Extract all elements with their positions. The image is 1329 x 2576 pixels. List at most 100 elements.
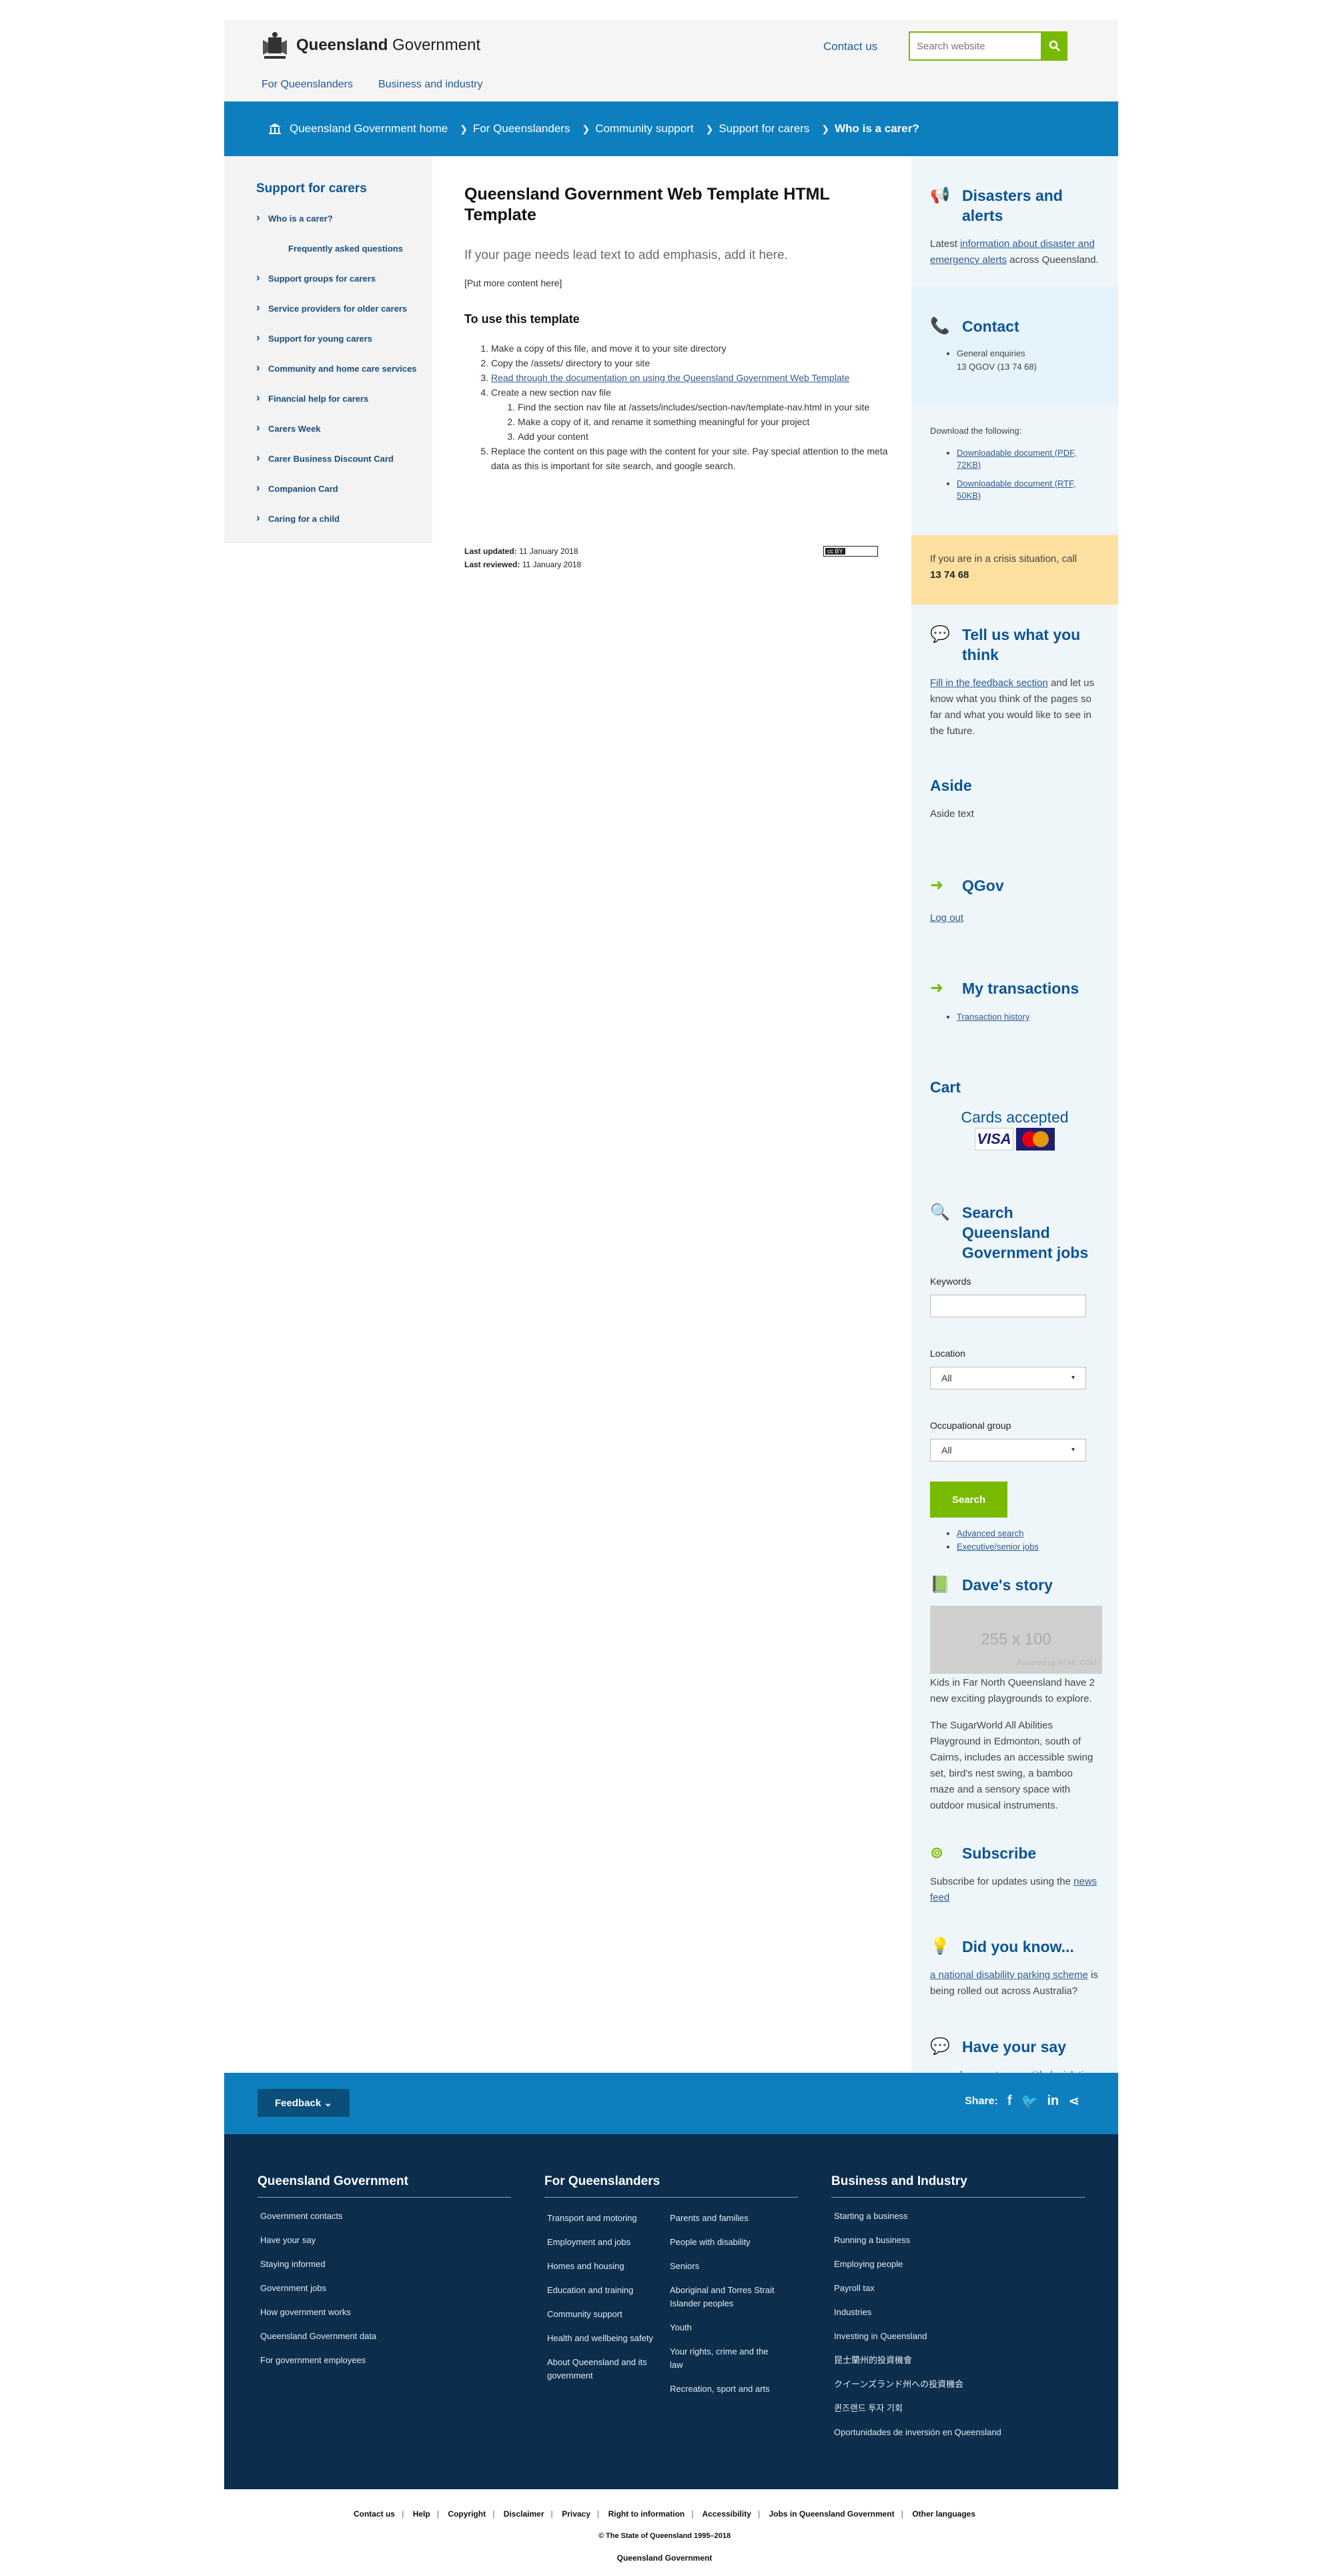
site-header: Queensland Government Contact us For Que… [224,20,1118,101]
creative-commons-badge[interactable]: cc BY [823,546,878,557]
footer-link[interactable]: Queensland Government data [260,2330,511,2343]
share-label: Share: [965,2095,998,2107]
footer-link[interactable]: How government works [260,2306,511,2319]
section-nav-item[interactable]: Who is a carer? [256,211,432,225]
legal-links: Contact us | Help | Copyright | Disclaimer |… [353,2509,976,2519]
footer-link[interactable]: For government employees [260,2354,511,2367]
legal-link[interactable]: Accessibility [703,2509,751,2519]
facebook-icon[interactable]: f [1007,2094,1012,2109]
breadcrumb-item[interactable]: ❯ For Queenslanders [460,122,570,135]
section-nav-item[interactable]: Caring for a child [256,511,432,525]
book-icon: 📗 [930,1576,950,1594]
transaction-history-link[interactable]: Transaction history [957,1012,1029,1022]
aside-column: 📢 Disasters and alerts Latest information… [911,156,1118,2118]
breadcrumb-item[interactable]: ❯ Community support [582,122,693,135]
legal-link[interactable]: Disclaimer [504,2509,544,2519]
step-item: Create a new section nav file Find the s… [491,385,891,444]
download-pdf-link[interactable]: Downloadable document (PDF, 72KB) [957,448,1076,470]
download-rtf-link[interactable]: Downloadable document (RTF, 50KB) [957,478,1075,501]
footer-link[interactable]: Oportunidades de inversión en Queensland [834,2426,1085,2439]
contact-us-link[interactable]: Contact us [823,40,877,53]
share-icon[interactable]: ⋖ [1068,2093,1079,2110]
legal-link[interactable]: Contact us [354,2509,395,2519]
footer-link[interactable]: Health and wellbeing safety [547,2332,660,2345]
legal-link[interactable]: Help [413,2509,430,2519]
downloads-intro: Download the following: [930,426,1022,436]
step-item: Copy the /assets/ directory to your site [491,356,891,370]
chevron-down-icon: ▾ [1071,1446,1075,1454]
search-jobs-button[interactable]: Search [930,1482,1007,1518]
footer-link[interactable]: Parents and families [670,2212,783,2225]
section-nav-item[interactable]: Support for young carers [256,331,432,345]
section-nav: Support for carers Who is a carer? Frequ… [224,156,432,543]
footer-link[interactable]: Youth [670,2321,783,2334]
section-nav-item[interactable]: Carer Business Discount Card [256,451,432,465]
feedback-bar: Feedback ⌄ Share: f 🐦 in ⋖ [224,2073,1118,2134]
section-nav-item[interactable]: Carers Week [256,421,432,435]
footer-link[interactable]: Seniors [670,2260,783,2273]
footer-link[interactable]: Education and training [547,2284,660,2297]
log-out-link[interactable]: Log out [930,912,963,924]
footer-link[interactable]: Investing in Queensland [834,2330,1085,2343]
legal-link[interactable]: Privacy [562,2509,590,2519]
keywords-label: Keywords [930,1276,971,1287]
footer-col-government: Queensland Government Government contact… [258,2174,511,2378]
feedback-section-link[interactable]: Fill in the feedback section [930,677,1048,689]
section-nav-item[interactable]: Community and home care services [256,361,432,375]
legal-link[interactable]: Copyright [448,2509,486,2519]
keywords-input[interactable] [930,1295,1086,1317]
footer-link[interactable]: Your rights, crime and the law [670,2345,783,2372]
parking-scheme-link[interactable]: a national disability parking scheme [930,1969,1088,1981]
footer-org-name: Queensland Government [616,2553,713,2563]
breadcrumb-item[interactable]: ❯ Support for carers [706,122,810,135]
footer-link[interactable]: People with disability [670,2236,783,2249]
section-nav-item[interactable]: Financial help for carers [256,391,432,405]
nav-business-industry[interactable]: Business and industry [378,79,483,91]
footer-link[interactable]: Aboriginal and Torres Strait Islander pe… [670,2284,783,2310]
legal-link[interactable]: Other languages [912,2509,975,2519]
chevron-down-icon: ▾ [1071,1374,1075,1381]
nav-for-queenslanders[interactable]: For Queenslanders [262,79,353,91]
footer-link[interactable]: Government jobs [260,2282,511,2295]
advanced-search-link[interactable]: Advanced search [957,1528,1023,1538]
footer-link[interactable]: Recreation, sport and arts [670,2382,783,2396]
section-nav-item[interactable]: Support groups for carers [256,271,432,285]
substep-item: Make a copy of it, and rename it somethi… [518,414,891,429]
footer-link[interactable]: Employment and jobs [547,2236,660,2249]
footer-link[interactable]: Have your say [260,2234,511,2247]
occupational-group-select[interactable]: All ▾ [930,1439,1086,1462]
site-logo[interactable]: Queensland Government [259,29,480,61]
search-button[interactable] [1042,31,1067,61]
footer-link[interactable]: Transport and motoring [547,2212,660,2225]
footer-link[interactable]: About Queensland and its government [547,2356,660,2382]
footer-link[interactable]: Running a business [834,2234,1085,2247]
documentation-link[interactable]: Read through the documentation on using … [491,372,849,383]
footer-link[interactable]: Industries [834,2306,1085,2319]
footer-link[interactable]: Community support [547,2308,660,2321]
legal-link[interactable]: Jobs in Queensland Government [769,2509,895,2519]
section-nav-item[interactable]: Companion Card [256,481,432,495]
section-nav-item[interactable]: Service providers for older carers [256,301,432,315]
qgov-box: ➜ QGov Log out [911,846,1118,952]
linkedin-icon[interactable]: in [1047,2094,1059,2109]
breadcrumb-home[interactable]: Queensland Government home [268,122,448,135]
section-nav-subitem[interactable]: Frequently asked questions [256,242,432,255]
footer-link[interactable]: Homes and housing [547,2260,660,2273]
footer-link[interactable]: Staying informed [260,2258,511,2271]
footer-link[interactable]: 퀸즈랜드 투자 기회 [834,2402,1085,2415]
executive-jobs-link[interactable]: Executive/senior jobs [957,1542,1039,1552]
footer-link[interactable]: Government contacts [260,2210,511,2223]
footer-link[interactable]: 昆士蘭州的投資機會 [834,2354,1085,2367]
lead-text: If your page needs lead text to add emph… [464,248,788,262]
feedback-button[interactable]: Feedback ⌄ [258,2089,350,2117]
footer-link[interactable]: クイーンズランド州への投資機会 [834,2378,1085,2391]
search-input[interactable] [909,31,1042,61]
footer-link[interactable]: Payroll tax [834,2282,1085,2295]
legal-link[interactable]: Right to information [608,2509,685,2519]
footer-link[interactable]: Starting a business [834,2210,1085,2223]
location-select[interactable]: All ▾ [930,1367,1086,1389]
section-nav-title[interactable]: Support for carers [256,182,432,196]
twitter-icon[interactable]: 🐦 [1021,2093,1038,2110]
substep-item: Add your content [518,429,891,444]
footer-link[interactable]: Employing people [834,2258,1085,2271]
